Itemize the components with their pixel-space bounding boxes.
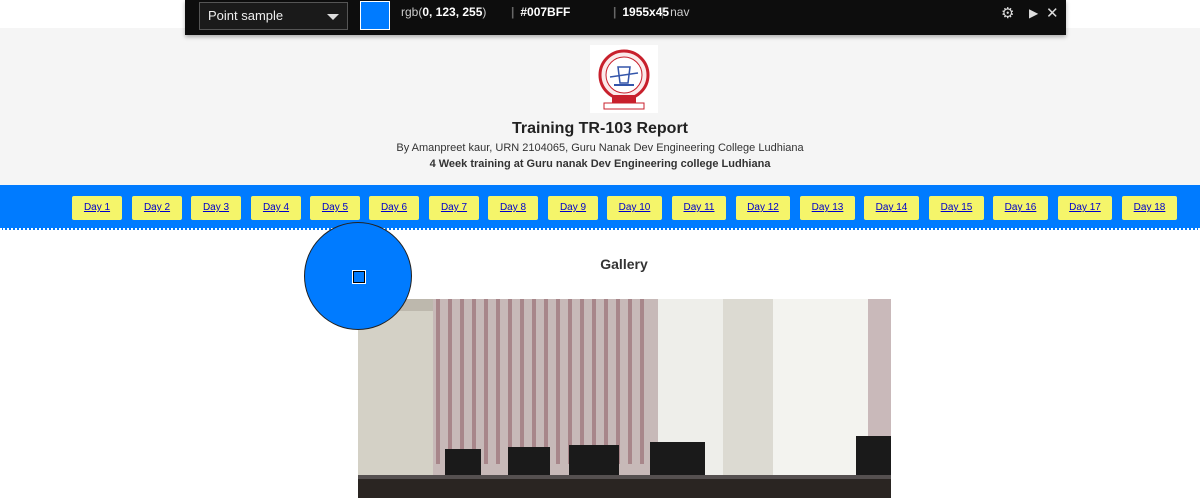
page-title: Training TR-103 Report	[511, 120, 689, 137]
rgb-values: 0, 123, 255	[422, 5, 483, 19]
nav-day-17[interactable]: Day 17	[1058, 196, 1112, 220]
crosshair-icon	[352, 270, 366, 284]
hex-readout: | #007BFF	[511, 5, 571, 19]
chevron-down-icon	[327, 14, 339, 20]
rgb-suffix: )	[482, 5, 487, 19]
nav-day-4[interactable]: Day 4	[251, 196, 301, 220]
day-navigation: Day 1 Day 2 Day 3 Day 4 Day 5 Day 6 Day …	[0, 185, 1200, 230]
hex-value: #007BFF	[520, 5, 571, 19]
play-icon[interactable]: ▶	[1029, 6, 1038, 20]
nav-day-3[interactable]: Day 3	[191, 196, 241, 220]
training-subtitle: 4 Week training at Guru nanak Dev Engine…	[429, 158, 771, 170]
nav-day-13[interactable]: Day 13	[800, 196, 855, 220]
nav-day-6[interactable]: Day 6	[369, 196, 419, 220]
close-icon[interactable]: ✕	[1046, 4, 1059, 22]
sample-mode-select[interactable]: Point sample	[199, 2, 348, 30]
gear-icon[interactable]: ⚙	[1001, 4, 1014, 22]
nav-day-15[interactable]: Day 15	[929, 196, 984, 220]
color-swatch	[360, 1, 390, 30]
color-picker-loupe	[304, 222, 412, 330]
nav-day-7[interactable]: Day 7	[429, 196, 479, 220]
color-picker-toolbar: Point sample rgb(0, 123, 255) | #007BFF |…	[185, 0, 1066, 35]
nav-day-5[interactable]: Day 5	[310, 196, 360, 220]
element-tag-readout: | nav	[661, 5, 690, 19]
element-tag-value: nav	[670, 5, 690, 19]
nav-day-18[interactable]: Day 18	[1122, 196, 1177, 220]
nav-day-16[interactable]: Day 16	[993, 196, 1048, 220]
nav-day-10[interactable]: Day 10	[607, 196, 662, 220]
nav-day-11[interactable]: Day 11	[672, 196, 726, 220]
site-header: Training TR-103 Report By Amanpreet kaur…	[0, 28, 1200, 185]
nav-day-2[interactable]: Day 2	[132, 196, 182, 220]
nav-day-12[interactable]: Day 12	[736, 196, 790, 220]
rgb-readout: rgb(0, 123, 255)	[401, 5, 486, 19]
rgb-prefix: rgb(	[401, 5, 423, 19]
nav-day-14[interactable]: Day 14	[864, 196, 919, 220]
nav-day-9[interactable]: Day 9	[548, 196, 598, 220]
nav-day-1[interactable]: Day 1	[72, 196, 122, 220]
college-logo	[590, 45, 658, 113]
gallery-heading: Gallery	[600, 256, 648, 272]
sample-mode-value: Point sample	[208, 8, 284, 23]
nav-day-8[interactable]: Day 8	[488, 196, 538, 220]
lab-photo	[358, 299, 891, 498]
author-byline: By Amanpreet kaur, URN 2104065, Guru Nan…	[396, 142, 804, 154]
